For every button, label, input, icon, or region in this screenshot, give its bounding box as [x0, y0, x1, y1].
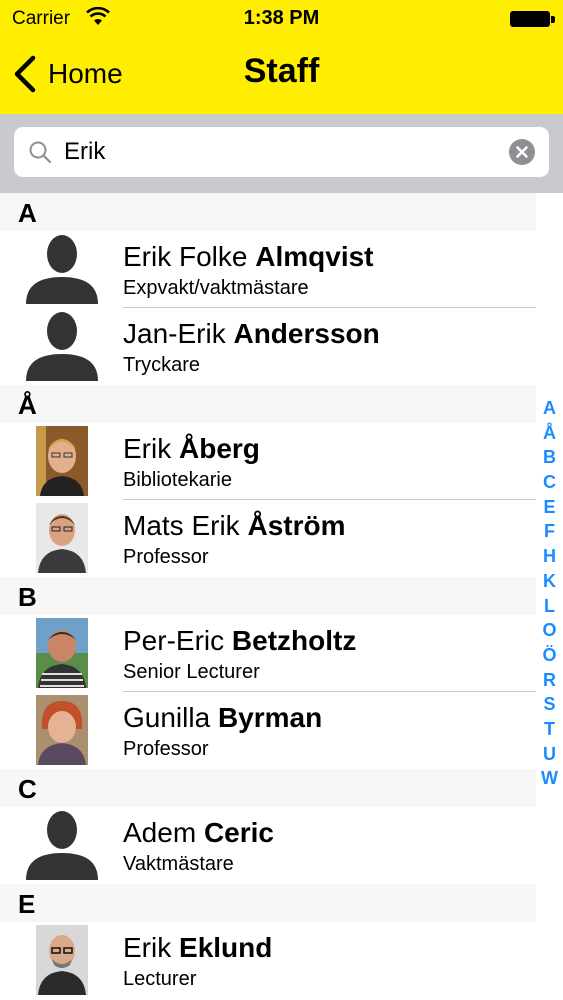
index-letter[interactable]: A — [536, 396, 563, 421]
status-time: 1:38 PM — [243, 7, 320, 29]
staff-list: A Erik Folke Almqvist Expvakt/vaktmästar… — [0, 193, 536, 999]
staff-name: Gunilla Byrman — [123, 702, 323, 733]
staff-role: Tryckare — [123, 354, 201, 376]
staff-role: Lecturer — [123, 968, 197, 990]
staff-row[interactable]: Per-Eric Betzholtz Senior Lecturer — [0, 615, 536, 692]
status-bar: Carrier 1:38 PM — [0, 0, 563, 40]
battery-icon — [510, 11, 550, 27]
section-header-b: B — [0, 577, 536, 615]
index-letter[interactable]: U — [536, 742, 563, 767]
person-placeholder-icon — [26, 235, 98, 304]
staff-name: Per-Eric Betzholtz — [123, 625, 357, 656]
staff-role: Expvakt/vaktmästare — [123, 277, 309, 299]
staff-name: Adem Ceric — [123, 817, 274, 848]
staff-role: Professor — [123, 546, 209, 568]
battery-tip — [551, 16, 555, 23]
section-header-e: E — [0, 884, 536, 922]
section-header-a: A — [0, 193, 536, 231]
staff-name: Jan-Erik Andersson — [123, 318, 380, 349]
clear-search-button[interactable] — [509, 139, 535, 165]
index-letter[interactable]: H — [536, 544, 563, 569]
staff-name: Erik Folke Almqvist — [123, 241, 374, 272]
staff-row[interactable]: Adem Ceric Vaktmästare — [0, 807, 536, 884]
staff-row[interactable]: Erik Folke Almqvist Expvakt/vaktmästare — [0, 231, 536, 308]
person-placeholder-icon — [26, 811, 98, 880]
index-letter[interactable]: B — [536, 445, 563, 470]
page-title: Staff — [243, 52, 320, 90]
staff-photo — [36, 503, 88, 573]
index-letter[interactable]: Ö — [536, 643, 563, 668]
staff-photo — [36, 925, 88, 995]
staff-role: Bibliotekarie — [123, 469, 232, 491]
header: Carrier 1:38 PM Home Staff — [0, 0, 563, 114]
staff-row[interactable]: Jan-Erik Andersson Tryckare — [0, 308, 536, 385]
index-letter[interactable]: K — [536, 569, 563, 594]
index-letter[interactable]: O — [536, 618, 563, 643]
person-placeholder-icon — [26, 312, 98, 381]
index-letter[interactable]: W — [536, 766, 563, 791]
index-letter[interactable]: Å — [536, 421, 563, 446]
staff-role: Senior Lecturer — [123, 661, 260, 683]
index-letter[interactable]: E — [536, 495, 563, 520]
staff-role: Professor — [123, 738, 209, 760]
index-letter[interactable]: L — [536, 594, 563, 619]
staff-photo — [36, 618, 88, 688]
index-letter[interactable]: R — [536, 668, 563, 693]
staff-photo — [36, 426, 88, 496]
staff-name: Erik Åberg — [123, 433, 260, 464]
index-letter[interactable]: S — [536, 692, 563, 717]
staff-photo — [36, 695, 88, 765]
section-header-aring: Å — [0, 385, 536, 423]
index-letter[interactable]: T — [536, 717, 563, 742]
section-index[interactable]: A Å B C E F H K L O Ö R S T U W — [536, 396, 563, 791]
staff-row[interactable]: Erik Eklund Lecturer — [0, 922, 536, 999]
staff-row[interactable]: Mats Erik Åström Professor — [0, 500, 536, 577]
staff-name: Mats Erik Åström — [123, 510, 346, 541]
index-letter[interactable]: F — [536, 519, 563, 544]
staff-row[interactable]: Erik Åberg Bibliotekarie — [0, 423, 536, 500]
search-bar — [0, 114, 563, 193]
staff-role: Vaktmästare — [123, 853, 234, 875]
staff-name: Erik Eklund — [123, 932, 273, 963]
section-header-c: C — [0, 769, 536, 807]
search-input[interactable] — [64, 132, 504, 172]
search-icon — [29, 141, 52, 164]
index-letter[interactable]: C — [536, 470, 563, 495]
staff-row[interactable]: Gunilla Byrman Professor — [0, 692, 536, 769]
search-field[interactable] — [14, 127, 549, 177]
close-icon — [516, 146, 528, 158]
